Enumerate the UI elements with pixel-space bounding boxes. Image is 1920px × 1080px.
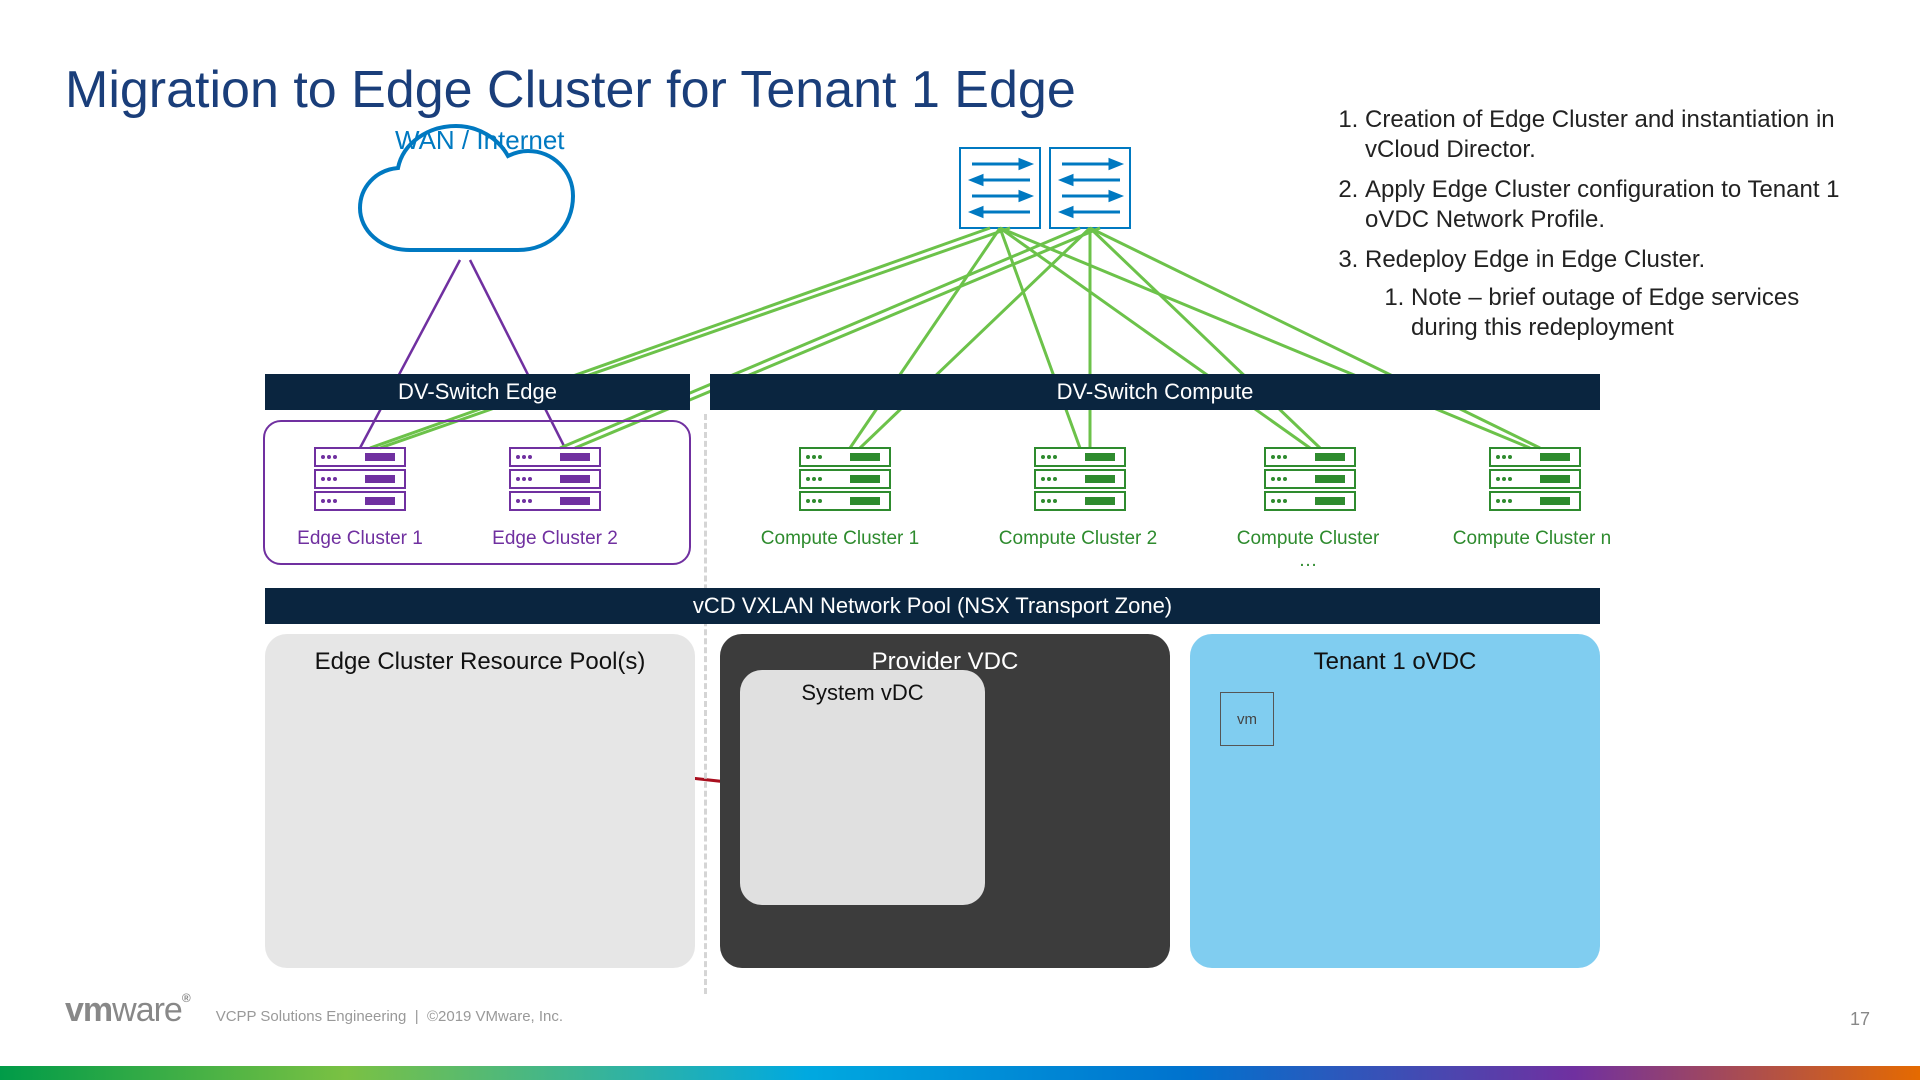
vmware-logo: vmware®	[65, 991, 190, 1030]
bullet-1: Creation of Edge Cluster and instantiati…	[1365, 105, 1860, 165]
switch-icon	[960, 148, 1040, 228]
edge-rp-label: Edge Cluster Resource Pool(s)	[265, 634, 695, 676]
tenant-ovdc-box: Tenant 1 oVDC	[1190, 634, 1600, 968]
edge-rp-box: Edge Cluster Resource Pool(s)	[265, 634, 695, 968]
bullet-list: Creation of Edge Cluster and instantiati…	[1330, 105, 1860, 353]
dvswitch-edge-bar: DV-Switch Edge	[265, 374, 690, 410]
slide-title: Migration to Edge Cluster for Tenant 1 E…	[65, 60, 1076, 120]
footer-copyright: ©2019 VMware, Inc.	[427, 1008, 563, 1025]
vxlan-pool-bar: vCD VXLAN Network Pool (NSX Transport Zo…	[265, 588, 1600, 624]
dvswitch-compute-bar: DV-Switch Compute	[710, 374, 1600, 410]
compute-cluster-3-label: Compute Cluster …	[1228, 528, 1388, 572]
bottom-gradient-bar	[0, 1066, 1920, 1080]
separator-line	[704, 414, 707, 994]
tenant-ovdc-label: Tenant 1 oVDC	[1190, 634, 1600, 676]
bullet-3-1: Note – brief outage of Edge services dur…	[1411, 283, 1860, 343]
edge-cluster-1-label: Edge Cluster 1	[280, 528, 440, 550]
page-number: 17	[1850, 1009, 1870, 1030]
footer-dept: VCPP Solutions Engineering	[216, 1008, 407, 1025]
wan-label: WAN / Internet	[395, 125, 565, 156]
bullet-3: Redeploy Edge in Edge Cluster. Note – br…	[1365, 245, 1860, 343]
system-vdc-box: System vDC	[740, 670, 985, 905]
compute-cluster-n-label: Compute Cluster n	[1452, 528, 1612, 550]
slide: Migration to Edge Cluster for Tenant 1 E…	[0, 0, 1920, 1080]
footer: vmware® VCPP Solutions Engineering | ©20…	[65, 991, 563, 1030]
edge-cluster-2-label: Edge Cluster 2	[475, 528, 635, 550]
switch-icon	[1050, 148, 1130, 228]
compute-cluster-1-label: Compute Cluster 1	[760, 528, 920, 550]
system-vdc-label: System vDC	[740, 670, 985, 706]
vm-box: vm	[1220, 692, 1274, 746]
bullet-2: Apply Edge Cluster configuration to Tena…	[1365, 175, 1860, 235]
compute-cluster-2-label: Compute Cluster 2	[998, 528, 1158, 550]
footer-text: VCPP Solutions Engineering | ©2019 VMwar…	[216, 1008, 563, 1025]
bullet-3-text: Redeploy Edge in Edge Cluster.	[1365, 246, 1705, 273]
